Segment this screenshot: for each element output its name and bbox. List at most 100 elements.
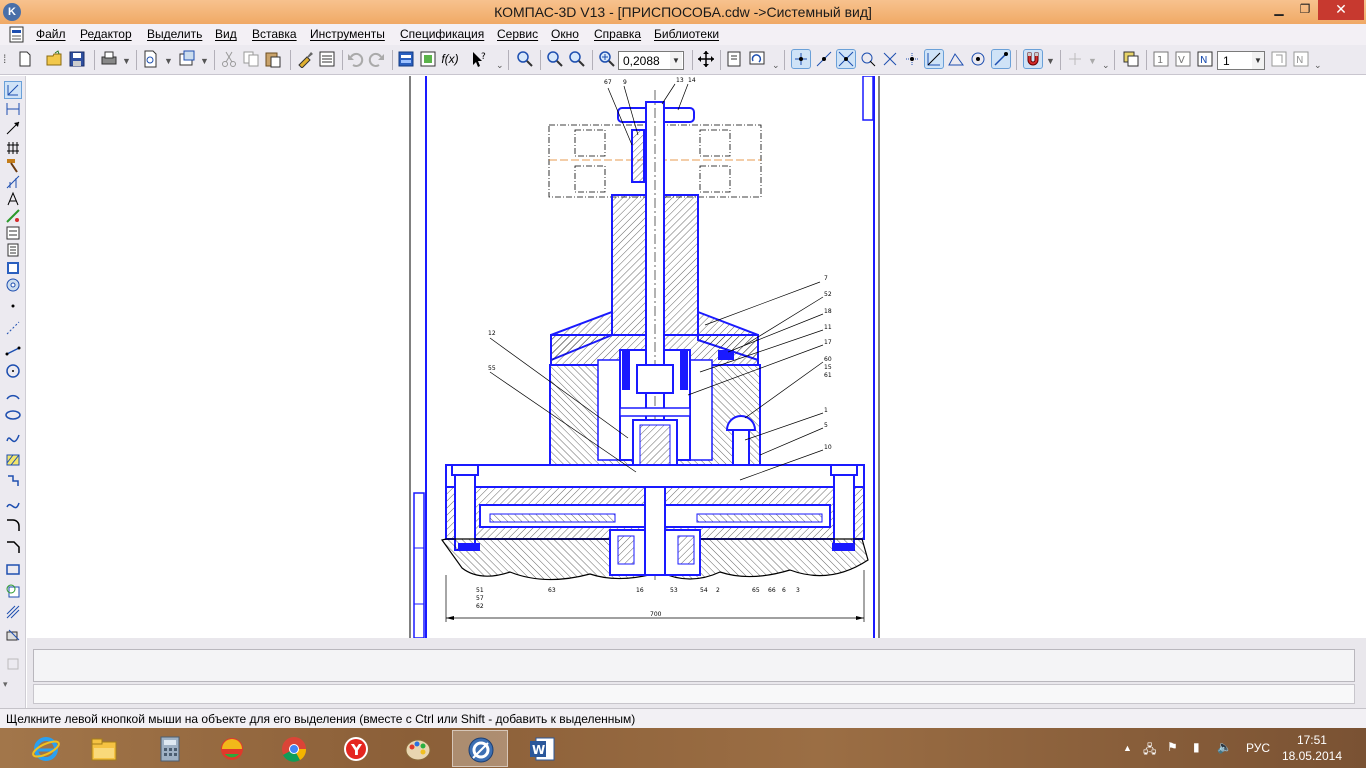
toolbar-grip[interactable]: ⌄ bbox=[772, 60, 780, 71]
taskbar-explorer[interactable] bbox=[76, 730, 132, 767]
view-state-icon[interactable]: V bbox=[1174, 50, 1192, 68]
document-icon[interactable] bbox=[9, 26, 25, 43]
geometry-tools-icon[interactable] bbox=[4, 81, 22, 99]
layer-prev-icon[interactable] bbox=[1270, 50, 1288, 68]
view-manager-icon[interactable]: 1 bbox=[1152, 50, 1170, 68]
taskbar-games[interactable] bbox=[204, 730, 260, 767]
zoom-scale-icon[interactable] bbox=[598, 50, 616, 68]
chevron-down-icon[interactable]: ▼ bbox=[164, 56, 173, 66]
chevron-down-icon[interactable]: ▼ bbox=[1046, 56, 1055, 66]
spline-icon[interactable] bbox=[5, 429, 21, 445]
paste-icon[interactable] bbox=[264, 50, 282, 68]
rectangle-icon[interactable] bbox=[5, 561, 21, 577]
variables-icon[interactable] bbox=[419, 50, 437, 68]
snap-nearest-icon[interactable] bbox=[815, 50, 833, 68]
menu-editor[interactable]: Редактор bbox=[80, 27, 132, 41]
zoom-window-icon[interactable] bbox=[516, 50, 534, 68]
drawing-canvas[interactable]: 700 67 9 13 14 7 52 18 11 17 60 15 61 1 … bbox=[27, 76, 1366, 638]
menu-service[interactable]: Сервис bbox=[497, 27, 538, 41]
segment-icon[interactable] bbox=[5, 342, 21, 358]
restore-icon[interactable]: ❐ bbox=[1292, 0, 1318, 20]
tray-expand-icon[interactable]: ▲ bbox=[1123, 743, 1132, 753]
toolbar-grip[interactable]: ⁞ bbox=[3, 52, 6, 66]
snap-tangent-icon[interactable] bbox=[991, 49, 1011, 69]
special-control-panel[interactable] bbox=[33, 684, 1355, 704]
regenerate-icon[interactable] bbox=[748, 50, 766, 68]
properties-panel[interactable] bbox=[33, 649, 1355, 682]
circle-icon[interactable] bbox=[5, 363, 21, 379]
menu-tools[interactable]: Инструменты bbox=[310, 27, 385, 41]
toolbar-grip[interactable]: ⌄ bbox=[1314, 60, 1322, 71]
reports-icon[interactable] bbox=[5, 260, 21, 276]
cut-icon[interactable] bbox=[220, 50, 238, 68]
zoom-in-icon[interactable] bbox=[546, 50, 564, 68]
taskbar-paint[interactable] bbox=[390, 730, 446, 767]
print-icon[interactable] bbox=[100, 50, 118, 68]
aux-line-icon[interactable] bbox=[5, 320, 21, 336]
function-icon[interactable]: f(x) bbox=[441, 50, 459, 68]
menu-help[interactable]: Справка bbox=[594, 27, 641, 41]
contour-icon[interactable] bbox=[5, 473, 21, 489]
hammer-icon[interactable] bbox=[5, 157, 21, 173]
layers-icon[interactable] bbox=[1122, 50, 1140, 68]
snap-dots-icon[interactable] bbox=[903, 50, 921, 68]
network-icon[interactable]: 🖧 bbox=[1143, 740, 1156, 761]
refresh-icon[interactable] bbox=[726, 50, 744, 68]
toolbar-grip[interactable]: ⌄ bbox=[1102, 60, 1110, 71]
open-folder-icon[interactable] bbox=[46, 50, 64, 68]
panel-icon[interactable] bbox=[397, 50, 415, 68]
context-help-icon[interactable]: ? bbox=[470, 50, 488, 68]
snap-target-icon[interactable] bbox=[969, 50, 987, 68]
copy-icon[interactable] bbox=[242, 50, 260, 68]
layer-next-icon[interactable]: N bbox=[1292, 50, 1310, 68]
chevron-down-icon[interactable]: ▼ bbox=[200, 56, 209, 66]
spec-icon[interactable] bbox=[5, 242, 21, 258]
new-document-icon[interactable] bbox=[16, 50, 34, 68]
snap-intersection-icon[interactable] bbox=[836, 49, 856, 69]
snap-grid-icon[interactable] bbox=[881, 50, 899, 68]
parametrize-icon[interactable] bbox=[5, 208, 21, 224]
insert-fragment-icon[interactable] bbox=[5, 277, 21, 293]
fillet-icon[interactable] bbox=[5, 517, 21, 533]
system-clock[interactable]: 17:51 18.05.2014 bbox=[1282, 732, 1342, 764]
properties-icon[interactable] bbox=[318, 50, 336, 68]
assembly-drawing[interactable]: 700 67 9 13 14 7 52 18 11 17 60 15 61 1 … bbox=[27, 76, 1366, 638]
menu-view[interactable]: Вид bbox=[215, 27, 237, 41]
equidistant-icon[interactable] bbox=[5, 604, 21, 620]
arc-icon[interactable] bbox=[5, 385, 21, 401]
menu-select[interactable]: Выделить bbox=[147, 27, 202, 41]
minimize-icon[interactable]: ▁ bbox=[1266, 0, 1292, 20]
chamfer-icon[interactable] bbox=[5, 539, 21, 555]
close-icon[interactable]: ✕ bbox=[1318, 0, 1364, 20]
macro-icon[interactable] bbox=[5, 583, 21, 599]
toolbar-grip[interactable]: ⌄ bbox=[496, 60, 504, 71]
preview-icon[interactable] bbox=[142, 50, 160, 68]
taskbar-word[interactable]: W bbox=[514, 730, 570, 767]
chevron-down-icon[interactable]: ▼ bbox=[1088, 56, 1097, 66]
panel-scroll-grip[interactable]: ▾ bbox=[3, 679, 23, 689]
snap-normal-icon[interactable] bbox=[924, 49, 944, 69]
magnet-icon[interactable] bbox=[1023, 49, 1043, 69]
hatch-grid-icon[interactable] bbox=[5, 140, 21, 156]
undo-icon[interactable] bbox=[346, 50, 364, 68]
collect-contour-icon[interactable] bbox=[5, 626, 21, 642]
battery-icon[interactable]: ▮ bbox=[1193, 740, 1200, 754]
menu-window[interactable]: Окно bbox=[551, 27, 579, 41]
arrow-tools-icon[interactable] bbox=[5, 120, 21, 136]
taskbar-kompas[interactable] bbox=[452, 730, 508, 767]
taskbar-ie[interactable] bbox=[18, 730, 74, 767]
format-brush-icon[interactable] bbox=[296, 50, 314, 68]
dimensions-icon[interactable] bbox=[5, 101, 21, 117]
pan-icon[interactable] bbox=[697, 50, 715, 68]
language-indicator[interactable]: РУС bbox=[1246, 741, 1270, 755]
bezier-icon[interactable] bbox=[5, 495, 21, 511]
menu-file[interactable]: Файл bbox=[36, 27, 66, 41]
hatch-icon[interactable] bbox=[5, 451, 21, 467]
manager-icon[interactable] bbox=[178, 50, 196, 68]
edit-icon[interactable] bbox=[5, 225, 21, 241]
menu-insert[interactable]: Вставка bbox=[252, 27, 297, 41]
view-number-icon[interactable]: N bbox=[1196, 50, 1214, 68]
local-cs-icon[interactable] bbox=[1066, 50, 1084, 68]
taskbar-chrome[interactable] bbox=[266, 730, 322, 767]
text-tools-icon[interactable] bbox=[5, 191, 21, 207]
